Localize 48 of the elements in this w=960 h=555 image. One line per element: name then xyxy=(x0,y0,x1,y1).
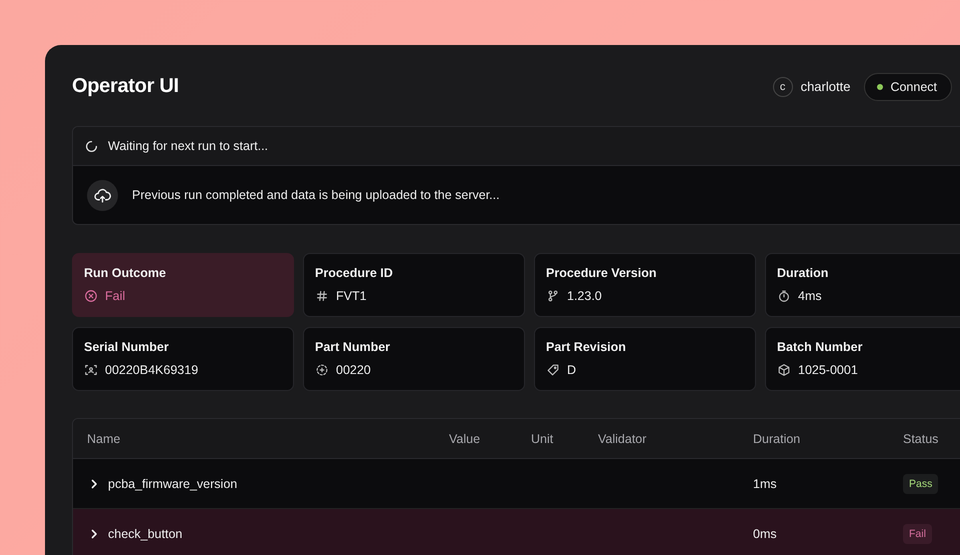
card-value: 4ms xyxy=(798,289,822,303)
spinner-icon xyxy=(85,140,98,152)
scan-icon xyxy=(84,363,98,377)
status-badge: Pass xyxy=(903,474,938,494)
card-value: 00220B4K69319 xyxy=(105,363,198,377)
column-header: Unit xyxy=(531,432,554,446)
x-circle-icon xyxy=(84,289,98,303)
column-header: Status xyxy=(903,432,940,446)
card-label: Batch Number xyxy=(777,340,862,354)
branch-icon xyxy=(546,289,560,303)
card-value: D xyxy=(567,363,576,377)
column-header: Name xyxy=(87,432,122,446)
chevron-icon[interactable] xyxy=(89,478,99,488)
step-duration: 0ms xyxy=(753,526,778,540)
column-header: Duration xyxy=(753,432,802,446)
chevron-icon[interactable] xyxy=(89,528,99,538)
card-value: 1025-0001 xyxy=(798,363,858,377)
card-label: Procedure ID xyxy=(315,266,393,280)
app-title: Operator UI xyxy=(72,75,179,98)
stopwatch-icon xyxy=(777,289,791,303)
waiting-message: Waiting for next run to start... xyxy=(108,139,268,153)
step-name: check_button xyxy=(108,526,182,540)
card-label: Part Number xyxy=(315,340,390,354)
hash-icon xyxy=(315,289,329,303)
card-label: Part Revision xyxy=(546,340,626,354)
tag-icon xyxy=(546,363,560,377)
card-value: 00220 xyxy=(336,363,371,377)
step-duration: 1ms xyxy=(753,476,778,490)
card-label: Run Outcome xyxy=(84,266,166,280)
card-label: Serial Number xyxy=(84,340,169,354)
column-header: Validator xyxy=(598,432,648,446)
cloud-upload-icon xyxy=(87,180,118,210)
status-badge: Fail xyxy=(903,524,932,544)
upload-message: Previous run completed and data is being uploaded to the server... xyxy=(132,188,500,202)
card-value: 1.23.0 xyxy=(567,289,602,303)
connection-status-button[interactable]: Connect xyxy=(864,72,952,100)
table-row[interactable]: pcba_firmware_version 1ms Pass xyxy=(73,459,960,509)
card-label: Duration xyxy=(777,266,828,280)
user-avatar: c xyxy=(772,76,793,96)
user-name: charlotte xyxy=(800,79,850,94)
cube-icon xyxy=(777,363,791,377)
dashed-circle-icon xyxy=(315,363,329,377)
step-name: pcba_firmware_version xyxy=(108,476,238,490)
table-row[interactable]: check_button 0ms Fail xyxy=(73,509,960,555)
card-label: Procedure Version xyxy=(546,266,656,280)
card-value: FVT1 xyxy=(336,289,367,303)
column-header: Value xyxy=(449,432,482,446)
card-value: Fail xyxy=(105,289,126,303)
